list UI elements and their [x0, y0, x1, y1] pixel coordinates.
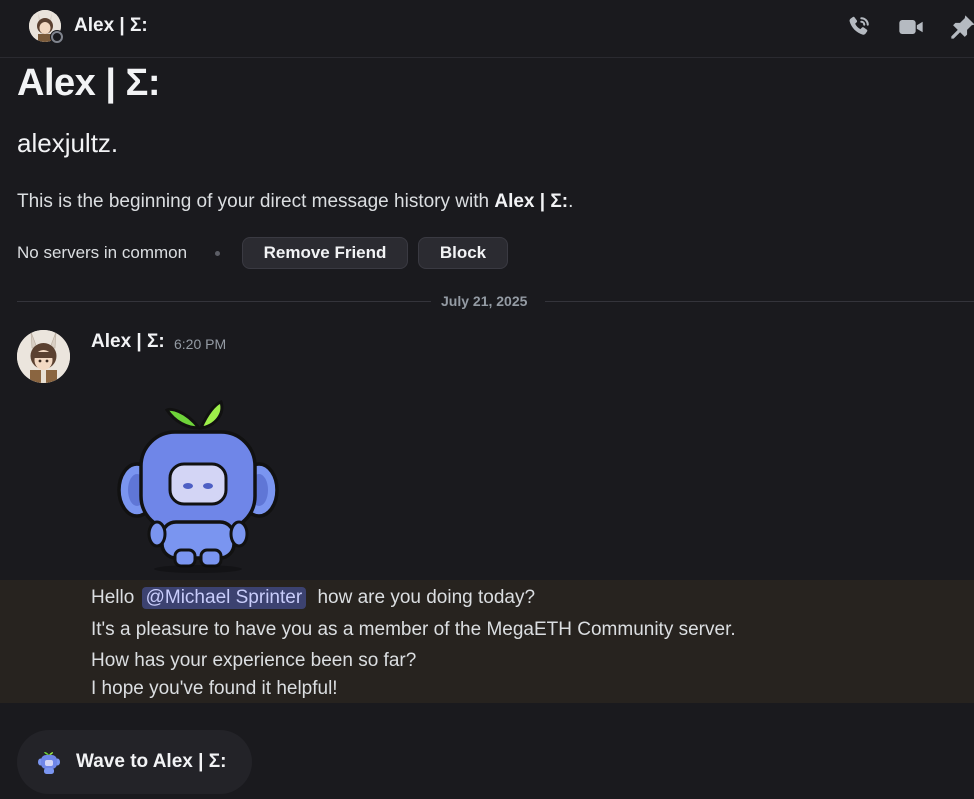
pin-icon[interactable] — [949, 13, 974, 41]
phone-call-icon[interactable] — [845, 13, 873, 41]
message-greeting: Hello — [91, 587, 135, 608]
date-divider-line-right — [545, 301, 974, 302]
wave-button[interactable]: Wave to Alex | Σ: — [17, 730, 252, 794]
block-button[interactable]: Block — [418, 237, 508, 269]
separator-dot — [215, 251, 220, 256]
date-divider-line-left — [17, 301, 431, 302]
wave-button-label: Wave to Alex | Σ: — [76, 751, 227, 772]
header-title[interactable]: Alex | Σ: — [74, 15, 148, 37]
profile-username: alexjultz. — [17, 128, 119, 158]
message-avatar[interactable] — [17, 330, 70, 383]
dm-intro-prefix: This is the beginning of your direct mes… — [17, 191, 495, 212]
dm-intro-suffix: . — [568, 191, 574, 212]
message-author[interactable]: Alex | Σ: — [91, 331, 165, 353]
message-line-1: Hello @Michael Sprinter how are you doin… — [91, 587, 535, 609]
wumpus-wave-icon — [36, 750, 62, 776]
dm-intro-text: This is the beginning of your direct mes… — [17, 191, 573, 213]
profile-display-name: Alex | Σ: — [17, 62, 160, 104]
mutual-servers-text[interactable]: No servers in common — [17, 243, 187, 263]
user-mention[interactable]: @Michael Sprinter — [141, 587, 307, 609]
offline-status-icon — [50, 30, 64, 44]
message-timestamp: 6:20 PM — [174, 336, 227, 352]
message-line-2: It's a pleasure to have you as a member … — [91, 619, 736, 640]
video-camera-icon[interactable] — [897, 13, 925, 41]
message-line-1-rest: how are you doing today? — [317, 587, 536, 608]
message-line-4: I hope you've found it helpful! — [91, 678, 338, 699]
remove-friend-button[interactable]: Remove Friend — [242, 237, 408, 269]
dm-header: Alex | Σ: — [0, 0, 974, 58]
date-divider: July 21, 2025 — [441, 293, 528, 309]
wumpus-sticker[interactable] — [115, 398, 281, 573]
message-line-3: How has your experience been so far? — [91, 650, 417, 671]
dm-intro-name: Alex | Σ: — [494, 191, 569, 212]
